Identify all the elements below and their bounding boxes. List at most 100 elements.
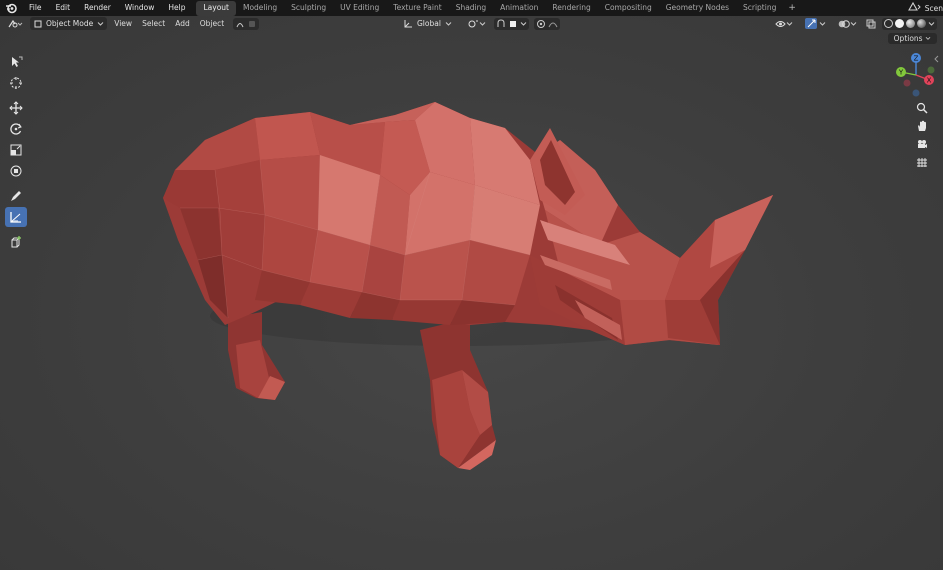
overlay-selector[interactable] [835, 17, 860, 30]
menu-select[interactable]: Select [137, 19, 170, 28]
rendered-shading-icon[interactable] [917, 19, 926, 28]
tab-rendering[interactable]: Rendering [545, 1, 597, 16]
add-workspace-button[interactable]: + [783, 0, 801, 16]
tool-select-box[interactable] [5, 52, 27, 72]
tool-cursor[interactable] [5, 73, 27, 93]
editor-type-button[interactable] [4, 17, 26, 30]
tab-geometry-nodes[interactable]: Geometry Nodes [659, 1, 736, 16]
menu-render[interactable]: Render [77, 0, 118, 16]
chevron-down-icon [925, 36, 931, 40]
hand-icon [918, 120, 926, 131]
viewport-display-controls [772, 16, 937, 31]
tool-measure[interactable] [5, 207, 27, 227]
snap-controls[interactable] [493, 17, 529, 30]
proportional-editing[interactable] [533, 17, 560, 30]
snap-target-icon [509, 20, 516, 27]
menu-object[interactable]: Object [195, 19, 229, 28]
gizmo-y-label: Y [898, 69, 904, 77]
menu-add[interactable]: Add [170, 19, 195, 28]
orientation-gizmo[interactable]: Z Y X [893, 50, 943, 100]
3d-viewport[interactable] [0, 16, 943, 570]
orientation-label: Global [417, 19, 441, 28]
axis-icon [404, 19, 412, 27]
scene-selector: Scen [907, 0, 943, 16]
overlay-toggle-icon [249, 20, 256, 27]
select-box-icon [12, 56, 23, 67]
tab-compositing[interactable]: Compositing [598, 1, 659, 16]
chevron-down-icon [786, 21, 793, 26]
tool-move[interactable] [5, 98, 27, 118]
transform-controls: Global [396, 16, 560, 31]
visibility-toggles[interactable] [233, 17, 260, 30]
menu-file[interactable]: File [22, 0, 49, 16]
tab-animation[interactable]: Animation [493, 1, 545, 16]
shading-modes [882, 17, 937, 30]
rotate-icon [10, 123, 22, 135]
menu-view[interactable]: View [109, 19, 137, 28]
top-bar: File Edit Render Window Help Layout Mode… [0, 0, 943, 16]
scene-name[interactable]: Scen [925, 4, 943, 13]
move-icon [9, 101, 23, 115]
tab-uv-editing[interactable]: UV Editing [333, 1, 386, 16]
add-cube-icon [11, 236, 21, 248]
tab-modeling[interactable]: Modeling [236, 1, 284, 16]
gizmo-x-label: X [927, 77, 932, 85]
chevron-down-icon [97, 21, 104, 26]
proportional-edit-icon [536, 19, 545, 28]
gizmo-neg-y[interactable] [927, 66, 935, 74]
snap-icon [497, 18, 505, 27]
options-button[interactable]: Options [887, 33, 937, 44]
tool-rotate[interactable] [5, 119, 27, 139]
tool-transform[interactable] [5, 161, 27, 181]
chevron-down-icon [479, 21, 486, 26]
xray-toggle-icon[interactable] [866, 19, 876, 29]
chevron-down-icon [520, 21, 527, 26]
annotate-icon [11, 191, 21, 201]
tab-texture-paint[interactable]: Texture Paint [386, 1, 448, 16]
material-shading-icon[interactable] [906, 19, 915, 28]
eye-icon [775, 20, 786, 27]
gizmo-icon [805, 18, 817, 29]
overlay-icon [838, 19, 850, 28]
pan-button[interactable] [913, 118, 931, 134]
scene-icon[interactable] [907, 1, 921, 15]
orientation-selector[interactable]: Global [400, 17, 455, 30]
navigation-area: Z Y X [893, 50, 943, 240]
pivot-selector[interactable] [464, 17, 489, 30]
transform-icon [10, 165, 22, 177]
gizmo-selector[interactable] [802, 17, 829, 30]
tool-scale[interactable] [5, 140, 27, 160]
editor-type-icon [8, 19, 23, 27]
gizmo-neg-z[interactable] [912, 89, 920, 97]
menu-edit[interactable]: Edit [49, 0, 78, 16]
camera-view-button[interactable] [913, 136, 931, 152]
visibility-selector[interactable] [772, 17, 796, 30]
gizmo-z-label: Z [914, 55, 919, 63]
mode-selector[interactable]: Object Mode [30, 17, 108, 30]
solid-shading-icon[interactable] [895, 19, 904, 28]
tool-add-cube[interactable] [5, 232, 27, 252]
zoom-icon [916, 102, 928, 114]
wireframe-shading-icon[interactable] [884, 19, 893, 28]
chevron-down-icon[interactable] [928, 21, 935, 27]
object-mode-icon [34, 20, 42, 27]
menu-window[interactable]: Window [118, 0, 162, 16]
viewport-menus: View Select Add Object [109, 19, 229, 28]
tab-shading[interactable]: Shading [449, 1, 493, 16]
tool-shelf [5, 52, 29, 252]
zoom-button[interactable] [913, 100, 931, 116]
toggle-view-button[interactable] [913, 154, 931, 170]
tab-sculpting[interactable]: Sculpting [284, 1, 333, 16]
options-label: Options [893, 34, 923, 43]
menu-help[interactable]: Help [161, 0, 192, 16]
tool-annotate[interactable] [5, 186, 27, 206]
tab-layout[interactable]: Layout [196, 1, 236, 16]
chevron-down-icon [445, 21, 452, 26]
camera-icon [918, 140, 927, 148]
blender-logo-icon[interactable] [0, 0, 22, 16]
pivot-icon [468, 20, 478, 27]
rhino-mesh[interactable] [0, 16, 943, 570]
tab-scripting[interactable]: Scripting [736, 1, 783, 16]
gizmo-toggle-icon [236, 22, 244, 27]
gizmo-neg-x[interactable] [903, 79, 911, 87]
